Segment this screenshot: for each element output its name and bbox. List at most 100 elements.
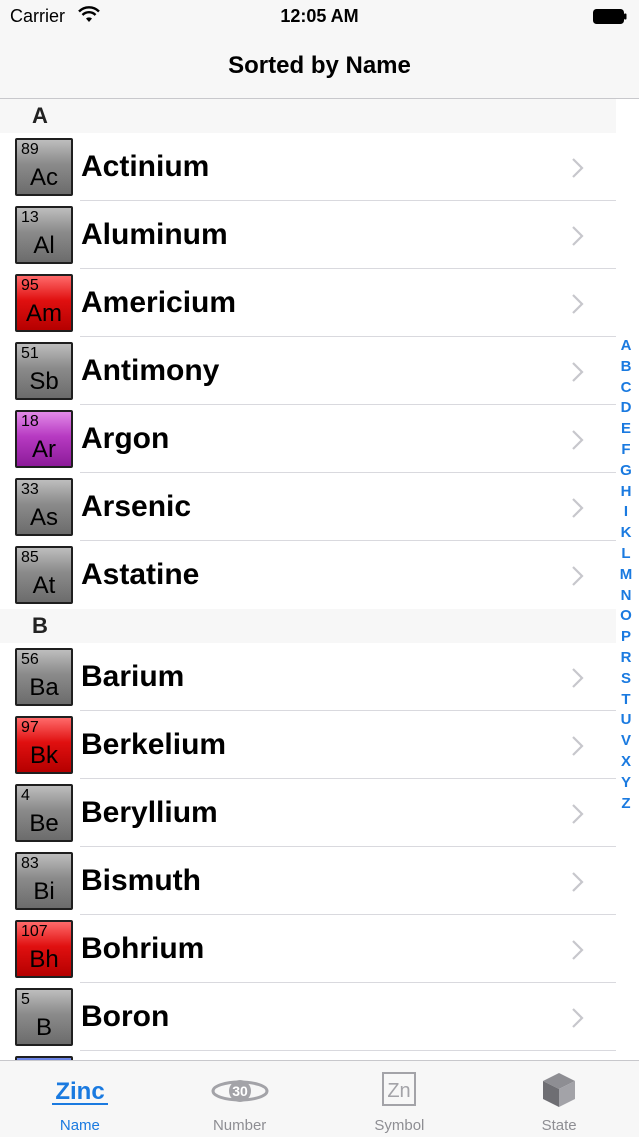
chevron-right-icon — [572, 226, 584, 246]
atomic-number: 83 — [21, 855, 39, 872]
index-letter[interactable]: X — [621, 752, 631, 773]
index-letter[interactable]: P — [621, 627, 631, 648]
page-title: Sorted by Name — [228, 52, 411, 79]
atomic-number: 85 — [21, 549, 39, 566]
table-row[interactable]: 51 Sb Antimony — [0, 337, 616, 405]
table-row[interactable]: 107 Bh Bohrium — [0, 915, 616, 983]
element-name: Berkelium — [81, 728, 227, 761]
index-letter[interactable]: C — [621, 378, 632, 399]
element-name: Americium — [81, 286, 237, 319]
atomic-number: 33 — [21, 481, 39, 498]
atomic-number: 4 — [21, 787, 30, 804]
element-tile: 85 At — [15, 546, 73, 604]
section-header: A — [0, 99, 616, 133]
chevron-right-icon — [572, 872, 584, 892]
element-tile: 89 Ac — [15, 138, 73, 196]
index-letter[interactable]: B — [621, 357, 632, 378]
index-letter[interactable]: R — [621, 648, 632, 669]
table-row[interactable]: 33 As Arsenic — [0, 473, 616, 541]
table-row[interactable]: 97 Bk Berkelium — [0, 711, 616, 779]
element-symbol: At — [32, 572, 56, 599]
cube-icon — [543, 1073, 576, 1107]
index-letter[interactable]: I — [624, 502, 628, 523]
atom-number-icon: 30 — [211, 1080, 269, 1102]
table-row[interactable]: 56 Ba Barium — [0, 643, 616, 711]
element-symbol: Bi — [33, 878, 55, 905]
table-row[interactable]: 13 Al Aluminum — [0, 201, 616, 269]
index-letter[interactable]: Y — [621, 773, 631, 794]
index-letter[interactable]: N — [621, 586, 632, 607]
element-name: Argon — [81, 422, 170, 455]
element-symbol: B — [35, 1014, 52, 1041]
element-symbol: Am — [26, 300, 62, 327]
element-tile: 18 Ar — [15, 410, 73, 468]
element-tile: 33 As — [15, 478, 73, 536]
element-name: Antimony — [81, 354, 220, 387]
element-tile: 95 Am — [15, 274, 73, 332]
tab-name[interactable]: Zinc Name — [0, 1061, 160, 1137]
tab-symbol-icon-text: Zn — [388, 1080, 411, 1102]
chevron-right-icon — [572, 668, 584, 688]
tab-state-label: State — [541, 1117, 577, 1134]
index-letter[interactable]: A — [621, 336, 632, 357]
tab-number[interactable]: 30 Number — [160, 1061, 320, 1137]
element-symbol: Ac — [29, 164, 58, 191]
status-bar: Carrier 12:05 AM — [0, 0, 639, 34]
atomic-number: 95 — [21, 277, 39, 294]
index-letter[interactable]: S — [621, 669, 631, 690]
atomic-number: 89 — [21, 141, 39, 158]
element-tile: 56 Ba — [15, 648, 73, 706]
element-name: Boron — [81, 1000, 170, 1033]
table-row[interactable]: 5 B Boron — [0, 983, 616, 1051]
table-row[interactable]: 18 Ar Argon — [0, 405, 616, 473]
tab-symbol[interactable]: Zn Symbol — [320, 1061, 480, 1137]
table-row-partial[interactable] — [0, 1051, 616, 1060]
atomic-number: 13 — [21, 209, 39, 226]
section-header: B — [0, 609, 616, 643]
section-index[interactable]: ABCDEFGHIKLMNOPRSTUVXYZ — [615, 336, 637, 814]
index-letter[interactable]: L — [621, 544, 630, 565]
table-row[interactable]: 4 Be Beryllium — [0, 779, 616, 847]
index-letter[interactable]: Z — [621, 794, 630, 815]
atomic-number: 97 — [21, 719, 39, 736]
index-letter[interactable]: E — [621, 419, 631, 440]
index-letter[interactable]: M — [620, 565, 633, 586]
chevron-right-icon — [572, 1008, 584, 1028]
element-name: Barium — [81, 660, 185, 693]
index-letter[interactable]: K — [621, 523, 632, 544]
index-letter[interactable]: U — [621, 710, 632, 731]
index-letter[interactable]: V — [621, 731, 631, 752]
tab-bar: Zinc Name 30 Number Zn Symbol State — [0, 1060, 639, 1137]
element-tile: 107 Bh — [15, 920, 73, 978]
tab-name-icon-text: Zinc — [55, 1078, 104, 1105]
index-letter[interactable]: G — [620, 461, 632, 482]
element-symbol: Ar — [32, 436, 56, 463]
navigation-bar: Sorted by Name — [0, 34, 639, 99]
element-symbol: As — [29, 504, 58, 531]
table-row[interactable]: 85 At Astatine — [0, 541, 616, 609]
tab-state[interactable]: State — [479, 1061, 639, 1137]
elements-table[interactable]: A 89 Ac Actinium 13 Al Aluminum 95 Am Americium 51… — [0, 99, 639, 1060]
zinc-word-icon: Zinc — [51, 1078, 108, 1105]
element-tile: 83 Bi — [15, 852, 73, 910]
index-letter[interactable]: T — [621, 690, 630, 711]
index-letter[interactable]: D — [621, 398, 632, 419]
index-letter[interactable]: F — [621, 440, 630, 461]
element-name: Bohrium — [81, 932, 205, 965]
battery-icon — [593, 9, 627, 24]
atomic-number: 5 — [21, 991, 30, 1008]
element-name: Bismuth — [81, 864, 201, 897]
atomic-number: 107 — [21, 923, 48, 940]
atomic-number: 51 — [21, 345, 39, 362]
index-letter[interactable]: O — [620, 606, 632, 627]
tab-number-label: Number — [212, 1117, 267, 1134]
tab-number-icon-text: 30 — [232, 1083, 248, 1099]
table-row[interactable]: 89 Ac Actinium — [0, 133, 616, 201]
chevron-right-icon — [572, 566, 584, 586]
tab-symbol-label: Symbol — [374, 1117, 425, 1134]
index-letter[interactable]: H — [621, 482, 632, 503]
table-row[interactable]: 83 Bi Bismuth — [0, 847, 616, 915]
table-row[interactable]: 95 Am Americium — [0, 269, 616, 337]
element-tile: 51 Sb — [15, 342, 73, 400]
atomic-number: 18 — [21, 413, 39, 430]
